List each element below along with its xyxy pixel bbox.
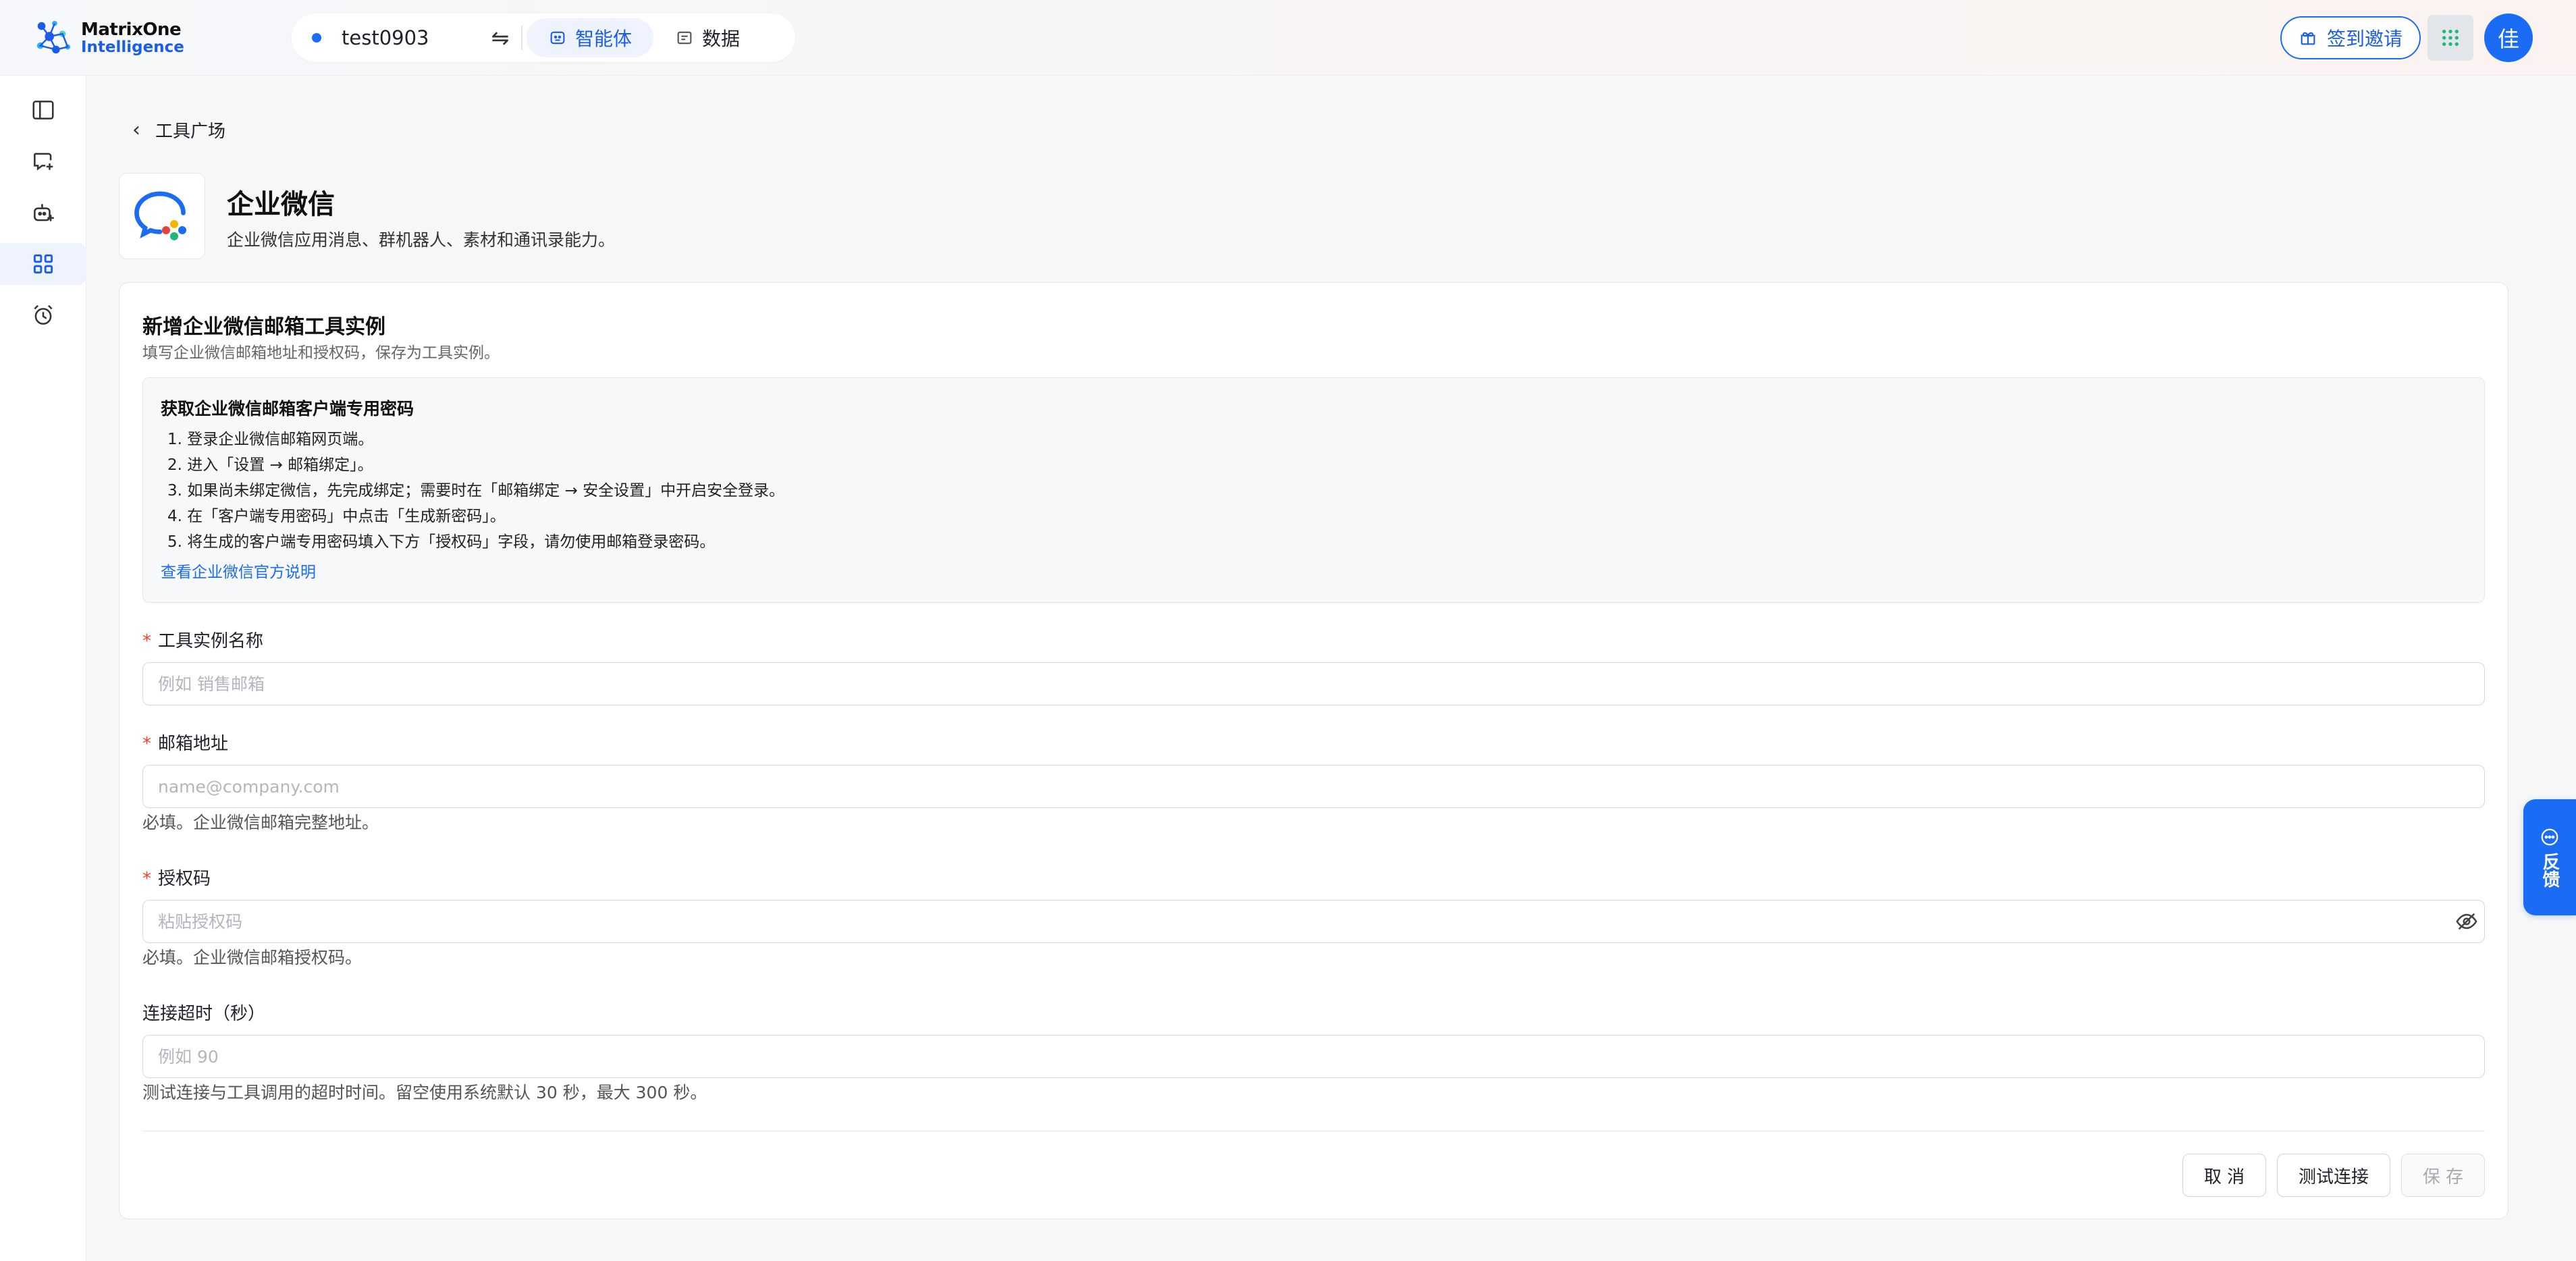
required-mark: *: [142, 631, 151, 651]
chevron-left-icon: ‹: [132, 117, 140, 142]
password-guide: 获取企业微信邮箱客户端专用密码 1. 登录企业微信邮箱网页端。 2. 进入「设置…: [142, 377, 2485, 603]
workspace-status-dot: [312, 33, 321, 43]
tool-logo: [119, 173, 205, 259]
guide-title: 获取企业微信邮箱客户端专用密码: [161, 399, 414, 419]
back-label: 工具广场: [155, 121, 226, 142]
robot-icon: [550, 31, 565, 45]
save-button[interactable]: 保 存: [2401, 1154, 2485, 1197]
wecom-logo-icon: [134, 191, 186, 240]
timeout-input[interactable]: [142, 1035, 2485, 1078]
auth-code-input[interactable]: [142, 900, 2485, 943]
email-input[interactable]: [142, 765, 2485, 808]
guide-step: 1. 登录企业微信邮箱网页端。: [167, 431, 374, 448]
official-docs-link[interactable]: 查看企业微信官方说明: [161, 559, 316, 582]
new-chat-button[interactable]: [0, 140, 86, 182]
email-label: * 邮箱地址: [142, 730, 228, 755]
add-agent-button[interactable]: [0, 192, 86, 234]
add-robot-icon: [34, 204, 54, 221]
swap-workspace-icon[interactable]: ⇋: [483, 25, 517, 51]
apps-grid-button[interactable]: [2427, 15, 2473, 61]
guide-step: 3. 如果尚未绑定微信，先完成绑定；需要时在「邮箱绑定 → 安全设置」中开启安全…: [167, 482, 785, 500]
auth-code-label-text: 授权码: [158, 869, 211, 889]
auth-code-help: 必填。企业微信邮箱授权码。: [142, 948, 363, 967]
tab-data-label: 数据: [702, 28, 741, 50]
sidebar-toggle-button[interactable]: [0, 89, 86, 131]
required-mark: *: [142, 734, 151, 754]
back-to-tools-link[interactable]: ‹ 工具广场: [132, 116, 225, 143]
tab-agent[interactable]: 智能体: [527, 18, 654, 57]
email-label-text: 邮箱地址: [158, 734, 229, 754]
instance-form-card: 新增企业微信邮箱工具实例 填写企业微信邮箱地址和授权码，保存为工具实例。 获取企…: [119, 282, 2508, 1219]
workspace-name[interactable]: test0903: [342, 26, 483, 49]
chat-bubble-icon: [2541, 828, 2558, 846]
cancel-button[interactable]: 取 消: [2182, 1154, 2266, 1197]
switcher-divider: [521, 26, 522, 50]
invite-label: 签到邀请: [2326, 28, 2403, 50]
tools-plaza-nav[interactable]: [0, 243, 86, 285]
sidebar-panel-icon: [32, 101, 54, 119]
gift-icon: [2301, 32, 2315, 45]
alarm-clock-icon: [34, 304, 53, 325]
auth-code-label: * 授权码: [142, 865, 211, 890]
tool-title: 企业微信: [227, 189, 335, 220]
eye-off-icon[interactable]: [2455, 910, 2478, 933]
brand-subname: Intelligence: [81, 38, 184, 56]
timeout-help: 测试连接与工具调用的超时时间。留空使用系统默认 30 秒，最大 300 秒。: [142, 1083, 707, 1102]
test-connection-button[interactable]: 测试连接: [2277, 1154, 2390, 1197]
guide-step: 5. 将生成的客户端专用密码填入下方「授权码」字段，请勿使用邮箱登录密码。: [167, 533, 716, 551]
tools-grid-icon: [33, 254, 53, 274]
guide-step: 4. 在「客户端专用密码」中点击「生成新密码」。: [167, 508, 506, 525]
guide-steps: 1. 登录企业微信邮箱网页端。 2. 进入「设置 → 邮箱绑定」。 3. 如果尚…: [167, 427, 784, 555]
new-chat-icon: [34, 153, 53, 171]
feedback-button[interactable]: 反馈: [2523, 799, 2576, 915]
tab-agent-label: 智能体: [575, 28, 633, 50]
form-subtitle: 填写企业微信邮箱地址和授权码，保存为工具实例。: [142, 344, 500, 362]
database-icon: [677, 31, 692, 45]
required-mark: *: [142, 869, 151, 889]
matrixone-logo-icon: [36, 20, 71, 54]
tool-description: 企业微信应用消息、群机器人、素材和通讯录能力。: [227, 230, 616, 250]
top-bar: MatrixOne Intelligence test0903 ⇋ 智能体 数据…: [0, 0, 2576, 76]
feedback-label: 反馈: [2540, 853, 2560, 888]
invite-button[interactable]: 签到邀请: [2280, 16, 2421, 59]
brand-logo[interactable]: MatrixOne Intelligence: [32, 14, 184, 62]
email-help: 必填。企业微信邮箱完整地址。: [142, 813, 379, 832]
brand-name: MatrixOne: [81, 19, 182, 40]
instance-name-label-text: 工具实例名称: [158, 631, 264, 651]
workspace-switcher: test0903 ⇋ 智能体 数据: [292, 14, 795, 62]
instance-name-input[interactable]: [142, 662, 2485, 705]
instance-name-label: * 工具实例名称: [142, 627, 263, 652]
apps-grid-icon: [2442, 30, 2459, 46]
timeout-label: 连接超时（秒）: [142, 1004, 266, 1024]
guide-step: 2. 进入「设置 → 邮箱绑定」。: [167, 456, 373, 474]
tab-data[interactable]: 数据: [653, 18, 761, 57]
user-avatar[interactable]: 佳: [2484, 14, 2533, 62]
schedule-nav[interactable]: [0, 294, 86, 336]
form-title: 新增企业微信邮箱工具实例: [142, 315, 385, 339]
